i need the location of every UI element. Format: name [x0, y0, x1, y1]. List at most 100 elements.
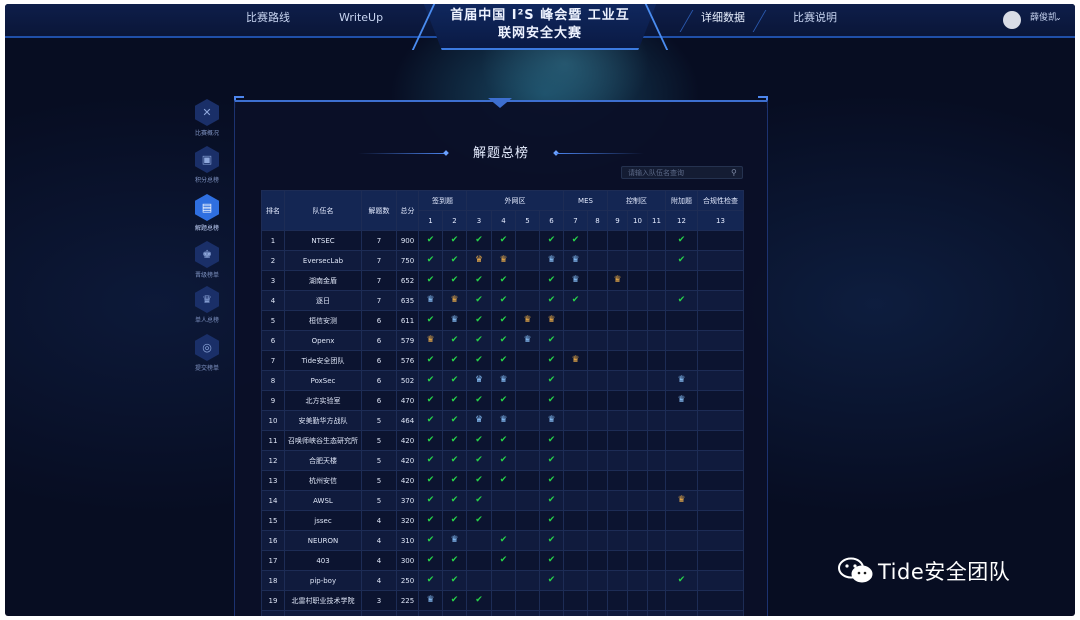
nav-writeup[interactable]: WriteUp — [339, 4, 383, 36]
table-row[interactable]: 2 EversecLab 7 750 ✔ ✔ ♛ ♛ ♛ ♛ ✔ — [261, 250, 745, 271]
first-blood-crown-icon: ♛ — [523, 315, 532, 325]
table-row[interactable]: 9 北方实验室 6 470 ✔ ✔ ✔ ✔ ✔ ♛ — [261, 390, 745, 411]
table-body: 1 NTSEC 7 900 ✔ ✔ ✔ ✔ ✔ ✔ ✔ 2 EversecLab 7 750 ✔ ✔ ♛ ♛ ♛ ♛ ✔ 3… — [261, 230, 745, 616]
challenge-cell: ✔ — [539, 450, 564, 471]
search-input[interactable]: 请输入队伍名查询 — [621, 166, 743, 179]
solved-check-icon: ✔ — [450, 395, 459, 405]
table-row[interactable]: 10 安美勤华方战队 5 464 ✔ ✔ ♛ ♛ ♛ — [261, 410, 745, 431]
challenge-cell: ✔ — [491, 290, 516, 311]
challenge-cell — [587, 530, 608, 551]
challenge-cell — [607, 450, 628, 471]
cell-solved: 7 — [361, 250, 397, 271]
challenge-cell — [515, 290, 540, 311]
nav-route[interactable]: 比赛路线 — [246, 4, 290, 36]
table-row[interactable]: 3 湖南金盾 7 652 ✔ ✔ ✔ ✔ ✔ ♛ ♛ — [261, 270, 745, 291]
sidebar-item[interactable]: ▤ 解题总榜 — [194, 194, 220, 232]
sidebar-item[interactable]: ▣ 积分总榜 — [194, 146, 220, 184]
challenge-cell — [627, 330, 648, 351]
challenge-cell: ✔ — [539, 470, 564, 491]
col-solved-header[interactable]: 解题数 — [361, 190, 397, 231]
col-team-header[interactable]: 队伍名 — [284, 190, 362, 231]
cell-solved: 4 — [361, 530, 397, 551]
cell-score: 420 — [396, 430, 419, 451]
challenge-header: 12 — [665, 210, 699, 231]
challenge-cell: ♛ — [539, 410, 564, 431]
table-row[interactable]: 20咸鱼3220 ✔ ✔ ✔ — [261, 610, 745, 616]
cell-score: 502 — [396, 370, 419, 391]
challenge-cell: ♛ — [442, 310, 467, 331]
solved-check-icon: ✔ — [450, 475, 459, 485]
sidebar-item[interactable]: ♚ 晋级榜单 — [194, 241, 220, 279]
table-row[interactable]: 18 pip-boy 4 250 ✔ ✔ ✔ ✔ — [261, 570, 745, 591]
solved-check-icon: ✔ — [450, 595, 459, 605]
solved-check-icon: ✔ — [450, 275, 459, 285]
challenge-cell: ✔ — [442, 490, 467, 511]
table-row[interactable]: 12 合肥天楼 5 420 ✔ ✔ ✔ ✔ ✔ — [261, 450, 745, 471]
challenge-cell: ✔ — [466, 610, 492, 616]
cell-rank: 9 — [261, 390, 285, 411]
chevron-down-icon[interactable]: ⌄ — [1055, 4, 1062, 32]
challenge-cell — [627, 370, 648, 391]
table-row[interactable]: 14 AWSL 5 370 ✔ ✔ ✔ ✔ ♛ — [261, 490, 745, 511]
table-row[interactable]: 17 403 4 300 ✔ ✔ ✔ ✔ — [261, 550, 745, 571]
solved-check-icon: ✔ — [426, 415, 435, 425]
solved-check-icon: ✔ — [475, 455, 483, 465]
table-row[interactable]: 6 Openx 6 579 ♛ ✔ ✔ ✔ ♛ ✔ — [261, 330, 745, 351]
challenge-cell — [697, 490, 745, 511]
solved-check-icon: ✔ — [426, 395, 435, 405]
avatar[interactable] — [1003, 11, 1021, 29]
challenge-cell — [665, 430, 699, 451]
challenge-cell — [563, 610, 588, 616]
sidebar-item[interactable]: ◎ 提交榜单 — [194, 334, 220, 372]
challenge-cell: ♛ — [515, 310, 540, 331]
challenge-cell — [646, 590, 667, 611]
challenge-cell: ♛ — [442, 530, 467, 551]
challenge-cell — [665, 270, 699, 291]
cell-score: 310 — [396, 530, 419, 551]
cell-rank: 1 — [261, 230, 285, 251]
table-row[interactable]: 16 NEURON 4 310 ✔ ♛ ✔ ✔ — [261, 530, 745, 551]
challenge-cell — [515, 230, 540, 251]
table-row[interactable]: 13 杭州安信 5 420 ✔ ✔ ✔ ✔ ✔ — [261, 470, 745, 491]
nav-detail-data[interactable]: 详细数据 — [701, 4, 745, 36]
challenge-cell — [627, 490, 648, 511]
table-row[interactable]: 8 PoxSec 6 502 ✔ ✔ ♛ ♛ ✔ ♛ — [261, 370, 745, 391]
group-header: 外网区 — [466, 190, 564, 211]
challenge-cell: ♛ — [466, 250, 492, 271]
sidebar-item[interactable]: ♛ 单人总榜 — [194, 286, 220, 324]
challenge-cell — [563, 310, 588, 331]
solved-check-icon: ✔ — [547, 355, 556, 365]
table-row[interactable]: 4 逐日 7 635 ♛ ♛ ✔ ✔ ✔ ✔ ✔ — [261, 290, 745, 311]
nav-rules[interactable]: 比赛说明 — [793, 4, 837, 36]
col-score-header[interactable]: 总分 — [396, 190, 419, 231]
challenge-cell — [563, 430, 588, 451]
challenge-cell — [697, 510, 745, 531]
user-name[interactable]: 薛俊凯 — [1030, 4, 1057, 32]
challenge-cell: ✔ — [418, 490, 443, 511]
challenge-cell — [515, 270, 540, 291]
challenge-cell — [563, 370, 588, 391]
first-blood-crown-icon: ♛ — [499, 255, 508, 265]
table-row[interactable]: 7 Tide安全团队 6 576 ✔ ✔ ✔ ✔ ✔ ♛ — [261, 350, 745, 371]
search-icon[interactable]: ⚲ — [731, 166, 737, 179]
challenge-cell: ♛ — [563, 270, 588, 291]
table-row[interactable]: 5 桓信安测 6 611 ✔ ♛ ✔ ✔ ♛ ♛ — [261, 310, 745, 331]
cell-rank: 4 — [261, 290, 285, 311]
cell-team: Tide安全团队 — [284, 350, 362, 371]
blood-crown-icon: ♛ — [547, 415, 556, 425]
cell-team: 桓信安测 — [284, 310, 362, 331]
solved-check-icon: ✔ — [426, 555, 435, 565]
challenge-cell — [627, 570, 648, 591]
table-row[interactable]: 11 召唤师峡谷生态研究所 5 420 ✔ ✔ ✔ ✔ ✔ — [261, 430, 745, 451]
table-row[interactable]: 19 北雷村职业技术学院 3 225 ♛ ✔ ✔ — [261, 590, 745, 611]
solved-check-icon: ✔ — [426, 255, 435, 265]
table-row[interactable]: 1 NTSEC 7 900 ✔ ✔ ✔ ✔ ✔ ✔ ✔ — [261, 230, 745, 251]
table-row[interactable]: 15 jssec 4 320 ✔ ✔ ✔ ✔ — [261, 510, 745, 531]
challenge-cell: ✔ — [418, 550, 443, 571]
col-rank-header[interactable]: 排名 — [261, 190, 285, 231]
challenge-cell — [646, 290, 667, 311]
solved-check-icon: ✔ — [499, 475, 508, 485]
challenge-cell: ✔ — [442, 610, 467, 616]
cell-rank: 20 — [261, 610, 285, 616]
sidebar-item[interactable]: ✕ 比赛概况 — [194, 99, 220, 137]
